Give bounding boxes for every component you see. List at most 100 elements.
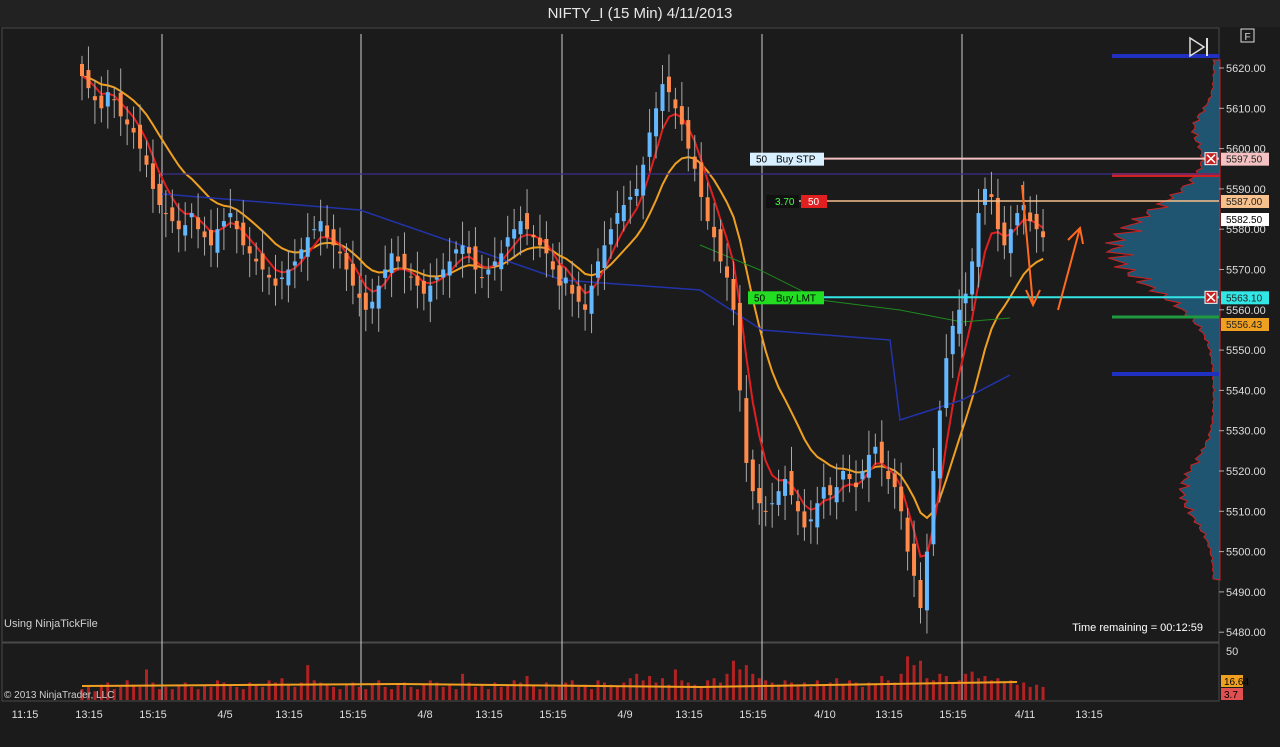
volume-bar <box>157 689 161 700</box>
volume-bar <box>422 684 426 700</box>
f-button-label: F <box>1244 32 1250 43</box>
candle-body <box>221 221 226 227</box>
price-tick-label: 5570.00 <box>1226 265 1266 277</box>
candle-body <box>125 119 130 125</box>
time-tick-label: 4/11 <box>1015 709 1036 721</box>
candle-body <box>841 471 846 480</box>
price-tick-label: 5620.00 <box>1226 63 1266 75</box>
price-tick-label: 5580.00 <box>1226 224 1266 236</box>
candle-body <box>267 274 272 278</box>
volume-bar <box>403 682 406 700</box>
time-tick-label: 13:15 <box>475 709 503 721</box>
volume-bar <box>1002 682 1006 700</box>
volume-bar <box>860 686 864 700</box>
volume-bar <box>203 684 207 700</box>
volume-bar <box>699 686 703 700</box>
candle-body <box>976 213 981 267</box>
candle-body <box>376 285 381 309</box>
candle-body <box>350 263 355 286</box>
time-tick-label: 4/9 <box>617 709 632 721</box>
volume-bar <box>938 673 942 700</box>
candle-body <box>912 543 917 576</box>
candle-body <box>447 261 452 276</box>
volume-bar <box>731 660 735 700</box>
time-tick-label: 15:15 <box>939 709 967 721</box>
volume-bar <box>364 689 368 700</box>
volume-bar <box>454 689 458 700</box>
time-tick-label: 13:15 <box>75 709 103 721</box>
candle-body <box>847 474 852 480</box>
volume-bar <box>506 684 510 700</box>
candle-body <box>486 269 491 275</box>
candle-body <box>731 278 736 310</box>
candle-body <box>963 293 968 304</box>
price-panel[interactable] <box>1 27 1220 643</box>
candle-body <box>712 226 717 238</box>
candle-body <box>331 229 336 246</box>
volume-bar <box>235 686 239 700</box>
time-tick-label: 4/8 <box>417 709 432 721</box>
volume-bar <box>590 689 594 700</box>
candle-body <box>686 120 691 149</box>
volume-bar <box>1028 686 1032 700</box>
price-tick-label: 5490.00 <box>1226 587 1266 599</box>
candle-body <box>209 229 213 246</box>
candle-body <box>705 197 710 222</box>
candle-body <box>950 325 955 355</box>
volume-bar <box>370 684 374 700</box>
volume-bar <box>719 682 723 700</box>
candle-body <box>608 229 613 245</box>
candle-body <box>441 269 446 278</box>
volume-bar <box>1041 686 1045 700</box>
candle-body <box>215 229 220 253</box>
candle-body <box>660 84 665 112</box>
volume-bar <box>706 680 710 700</box>
candle-body <box>428 285 433 302</box>
candle-body <box>808 519 813 522</box>
volume-bar <box>473 686 477 700</box>
volume-bar <box>332 686 336 700</box>
volume-bar <box>512 680 516 700</box>
candle-body <box>905 517 910 552</box>
candle-body <box>434 277 439 280</box>
price-chart[interactable]: 50 Buy STP50 Buy LMT3.70 505597.505587.0055… <box>0 27 1280 747</box>
candle-body <box>228 213 233 218</box>
volume-bar <box>893 682 897 700</box>
volume-bar <box>293 686 297 700</box>
time-tick-label: 13:15 <box>875 709 903 721</box>
volume-bar <box>673 669 677 700</box>
buy-lmt-type: Buy LMT <box>776 293 816 304</box>
volume-bar <box>486 689 490 700</box>
volume-bar <box>570 680 574 700</box>
time-tick-label: 4/5 <box>217 709 232 721</box>
candle-body <box>247 246 252 254</box>
candle-body <box>570 284 575 294</box>
volume-bar <box>815 680 819 700</box>
volume-bar <box>680 680 684 700</box>
candle-body <box>389 253 394 273</box>
volume-bar <box>654 682 658 700</box>
volume-bar <box>170 689 174 700</box>
candle-body <box>596 261 600 278</box>
volume-bar <box>499 686 503 700</box>
candle-body <box>718 229 723 262</box>
candle-body <box>757 487 762 504</box>
volume-bar <box>648 676 652 700</box>
candle-body <box>854 482 858 488</box>
price-marker-label: 5556.43 <box>1226 320 1263 331</box>
volume-bar <box>306 665 310 700</box>
volume-bar <box>190 686 194 700</box>
candle-body <box>866 454 871 478</box>
candle-body <box>692 156 697 169</box>
buy-stp-type: Buy STP <box>776 155 816 166</box>
volume-bar <box>583 684 587 700</box>
time-tick-label: 15:15 <box>339 709 367 721</box>
candle-body <box>325 225 330 238</box>
volume-bar <box>983 676 987 700</box>
volume-bar <box>209 686 213 700</box>
candle-body <box>467 247 471 254</box>
volume-bar <box>912 665 916 700</box>
time-tick-label: 13:15 <box>1075 709 1103 721</box>
price-tick-label: 5480.00 <box>1226 627 1266 639</box>
volume-bar <box>848 680 852 700</box>
